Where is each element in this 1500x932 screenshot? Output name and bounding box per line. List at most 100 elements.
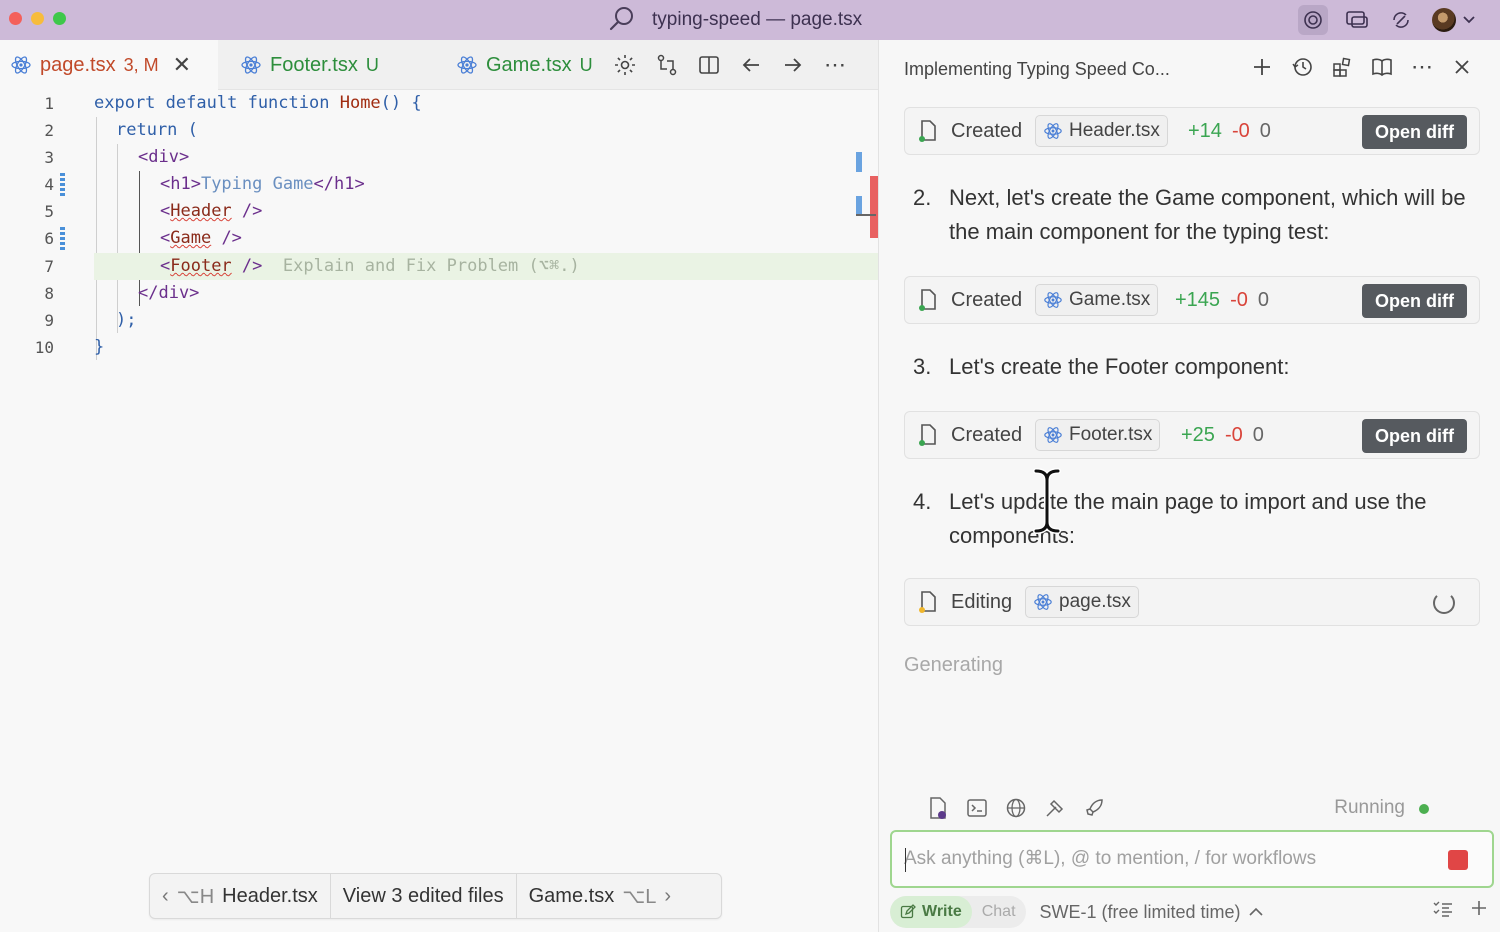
step-text: Let's create the Footer component:: [949, 354, 1290, 379]
view-edited-files-label: View 3 edited files: [342, 884, 504, 907]
zoom-window-button[interactable]: [53, 12, 66, 25]
avatar: [1432, 8, 1456, 32]
mode-write[interactable]: Write: [890, 896, 972, 928]
scrollbar-change-marker: [856, 196, 862, 214]
account-menu[interactable]: [1430, 5, 1478, 35]
tab-game-tsx[interactable]: Game.tsx U: [456, 40, 608, 90]
open-diff-button[interactable]: Open diff: [1362, 284, 1467, 318]
ai-agent-icon[interactable]: [1298, 5, 1328, 35]
history-icon[interactable]: [1289, 54, 1315, 80]
code-token: Footer: [170, 256, 232, 276]
close-icon[interactable]: ✕: [173, 52, 191, 78]
new-conversation-icon[interactable]: [1249, 54, 1275, 80]
search-icon[interactable]: [608, 5, 636, 33]
tab-footer-tsx[interactable]: Footer.tsx U: [240, 40, 440, 90]
conversation-title[interactable]: Implementing Typing Speed Co...: [904, 59, 1170, 80]
tool-strip: Running: [925, 786, 1457, 830]
mode-chat[interactable]: Chat: [972, 896, 1026, 928]
chevron-right-icon: ›: [664, 884, 672, 907]
lines-added: +14: [1188, 119, 1222, 142]
terminal-icon[interactable]: [964, 795, 990, 821]
code-token: (: [187, 120, 198, 140]
minimize-window-button[interactable]: [31, 12, 44, 25]
rocket-icon[interactable]: [1081, 795, 1107, 821]
arrow-right-icon[interactable]: [780, 52, 806, 78]
close-window-button[interactable]: [9, 12, 22, 25]
todo-list-icon[interactable]: [1432, 899, 1454, 919]
code-token: <h1>: [160, 174, 201, 194]
code-token: </h1>: [313, 174, 365, 194]
lines-other: 0: [1252, 423, 1264, 446]
open-diff-button[interactable]: Open diff: [1362, 419, 1467, 453]
generating-status: Generating: [904, 654, 1003, 676]
more-icon[interactable]: ⋯: [1409, 54, 1435, 80]
mode-toggle[interactable]: Write Chat: [890, 896, 1026, 928]
card-action-label: Editing: [951, 590, 1013, 613]
scrollbar-error-marker: [870, 176, 878, 238]
edited-files-navigator: ‹ ⌥H Header.tsx View 3 edited files Game…: [149, 873, 722, 919]
file-context-icon[interactable]: [925, 795, 951, 821]
scrollbar-cursor-marker: [856, 214, 876, 216]
file-chip[interactable]: Footer.tsx: [1035, 419, 1161, 451]
gutter-change-marker[interactable]: [60, 173, 65, 197]
react-icon: [457, 56, 477, 74]
loading-spinner-icon: [1433, 592, 1455, 614]
step-number: 2.: [913, 185, 932, 210]
code-token: <: [160, 256, 171, 276]
file-change-card: Created Game.tsx +145 -0 0 Open diff: [904, 276, 1480, 324]
sync-icon[interactable]: [1386, 5, 1416, 35]
quick-fix-hint[interactable]: Explain and Fix Problem (⌥⌘.): [283, 256, 580, 276]
book-icon[interactable]: [1369, 54, 1395, 80]
view-edited-files-button[interactable]: View 3 edited files: [329, 874, 516, 918]
file-chip-label: Footer.tsx: [1069, 424, 1153, 445]
chat-input[interactable]: [904, 848, 1434, 870]
line-number: 8: [44, 284, 54, 303]
lines-other: 0: [1257, 288, 1269, 311]
gutter-change-marker[interactable]: [60, 227, 65, 251]
more-icon[interactable]: ⋯: [822, 52, 848, 78]
chat-input-box[interactable]: [890, 830, 1494, 888]
prev-edited-file-button[interactable]: ‹ ⌥H Header.tsx: [150, 874, 330, 918]
add-icon[interactable]: [1470, 899, 1488, 917]
code-token: <div>: [138, 147, 190, 167]
text-caret: [905, 848, 906, 872]
new-file-icon: [919, 424, 936, 446]
code-token: return: [116, 120, 178, 140]
file-chip[interactable]: page.tsx: [1025, 586, 1139, 618]
code-token: function: [247, 93, 330, 113]
card-action-label: Created: [951, 423, 1023, 446]
shortcut-hint: ⌥L: [622, 885, 657, 908]
arrow-left-icon[interactable]: [738, 52, 764, 78]
tab-label: Footer.tsx: [270, 53, 358, 76]
tab-label: Game.tsx: [486, 53, 572, 76]
chevron-up-icon[interactable]: [1247, 906, 1265, 918]
close-icon[interactable]: [1449, 54, 1475, 80]
lines-added: +145: [1175, 288, 1221, 311]
globe-icon[interactable]: [1003, 795, 1029, 821]
code-token: <: [160, 201, 171, 221]
code-token: () {: [380, 93, 422, 113]
gear-icon[interactable]: [612, 52, 638, 78]
tab-page-tsx[interactable]: page.tsx 3, M ✕: [0, 40, 218, 90]
code-token: Typing Game: [200, 174, 314, 194]
open-diff-button[interactable]: Open diff: [1362, 115, 1467, 149]
file-chip[interactable]: Header.tsx: [1035, 115, 1168, 147]
split-editor-icon[interactable]: [696, 52, 722, 78]
chevron-left-icon: ‹: [162, 884, 169, 907]
stop-generation-button[interactable]: [1448, 850, 1468, 870]
react-icon: [1044, 123, 1062, 139]
edit-file-icon: [919, 591, 936, 613]
compare-changes-icon[interactable]: [654, 52, 680, 78]
code-editor[interactable]: 1 export default function Home() { 2 ret…: [0, 90, 878, 932]
lines-added: +25: [1181, 423, 1215, 446]
next-edited-file-button[interactable]: Game.tsx ⌥L ›: [515, 874, 683, 918]
model-selector[interactable]: SWE-1 (free limited time): [1040, 902, 1241, 923]
shortcut-hint: ⌥H: [176, 885, 215, 908]
extensions-icon[interactable]: [1329, 54, 1355, 80]
mode-write-label: Write: [922, 903, 962, 920]
code-token: default: [165, 93, 238, 113]
hammer-icon[interactable]: [1042, 795, 1068, 821]
line-number: 3: [44, 148, 54, 167]
chat-panel-icon[interactable]: [1342, 5, 1372, 35]
file-chip[interactable]: Game.tsx: [1035, 284, 1159, 316]
